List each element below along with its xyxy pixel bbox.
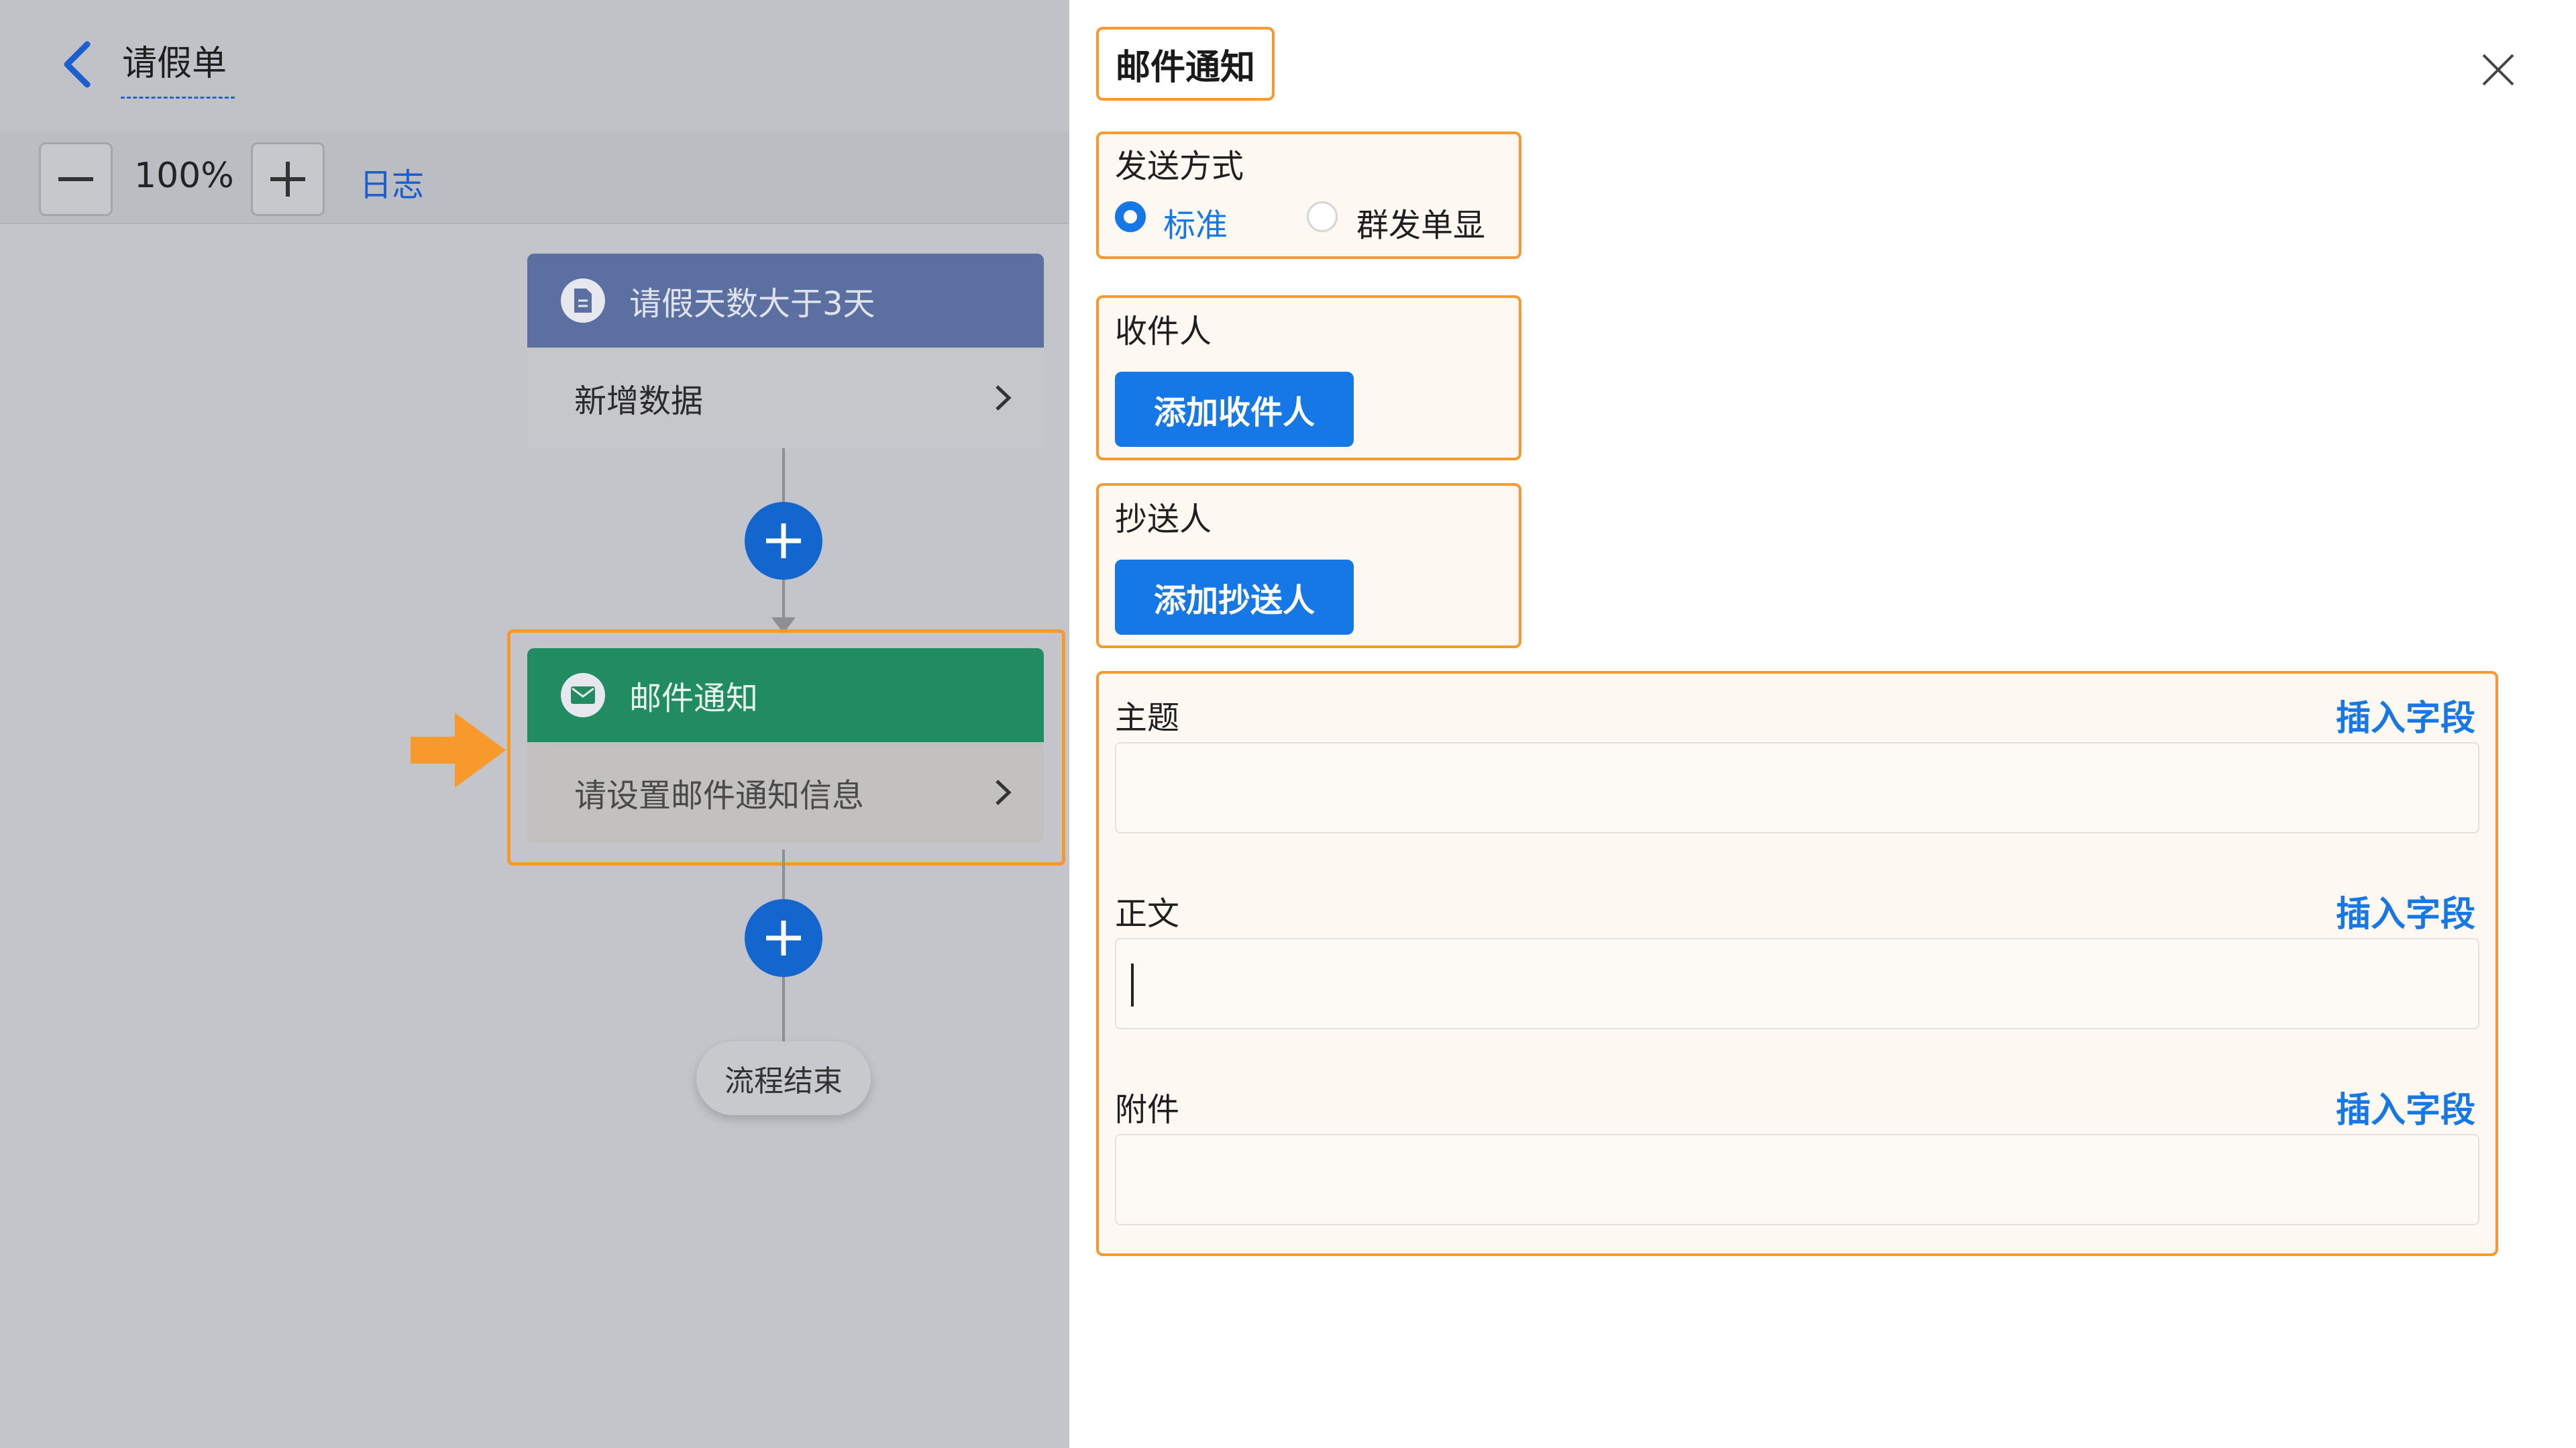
- attachment-label: 附件: [1115, 1091, 1180, 1129]
- flow-node-condition[interactable]: 请假天数大于3天 新增数据: [527, 254, 1044, 448]
- minus-icon: [58, 177, 93, 181]
- add-recipient-button[interactable]: 添加收件人: [1115, 372, 1354, 447]
- text-caret: [1131, 964, 1134, 1006]
- radio-bulk-single[interactable]: [1307, 201, 1338, 232]
- body-label: 正文: [1115, 895, 1180, 933]
- zoom-out-button[interactable]: [39, 142, 113, 216]
- mail-settings-panel: 邮件通知 发送方式 标准 群发单显 收件人 添加收件人 抄送人 添加抄送人 主题…: [1069, 0, 2576, 1448]
- subject-insert-field-link[interactable]: 插入字段: [2336, 690, 2475, 740]
- node-title: 邮件通知: [629, 680, 759, 717]
- radio-standard-label[interactable]: 标准: [1163, 199, 1228, 246]
- recipients-section: 收件人 添加收件人: [1096, 295, 1521, 460]
- flow-end: 流程结束: [696, 1041, 871, 1115]
- connector-line: [782, 977, 785, 1043]
- subject-label: 主题: [1115, 699, 1180, 737]
- node-subtitle: 新增数据: [574, 382, 704, 420]
- radio-standard[interactable]: [1115, 201, 1146, 232]
- cc-label: 抄送人: [1115, 501, 1212, 538]
- panel-title-box: 邮件通知: [1096, 27, 1275, 101]
- connector-line: [782, 448, 785, 503]
- document-icon: [561, 278, 605, 323]
- add-step-button[interactable]: [745, 502, 822, 580]
- connector-line: [782, 580, 785, 620]
- node-body[interactable]: 新增数据: [527, 348, 1044, 448]
- cc-section: 抄送人 添加抄送人: [1096, 483, 1521, 648]
- zoom-level: 100%: [134, 156, 234, 196]
- panel-title: 邮件通知: [1115, 47, 1255, 88]
- chevron-left-icon[interactable]: [58, 38, 98, 91]
- close-icon[interactable]: [2478, 50, 2518, 90]
- chevron-right-icon: [996, 780, 1012, 805]
- body-input[interactable]: [1115, 938, 2479, 1029]
- mail-icon: [561, 673, 605, 717]
- attachment-insert-field-link[interactable]: 插入字段: [2336, 1082, 2475, 1132]
- send-method-section: 发送方式 标准 群发单显: [1096, 132, 1521, 259]
- send-method-label: 发送方式: [1115, 148, 1244, 185]
- node-title: 请假天数大于3天: [629, 285, 875, 323]
- zoom-in-button[interactable]: [251, 142, 325, 216]
- radio-bulk-single-label[interactable]: 群发单显: [1356, 199, 1485, 246]
- node-header: 请假天数大于3天: [527, 254, 1044, 348]
- node-subtitle: 请设置邮件通知信息: [574, 777, 865, 815]
- connector-line: [782, 849, 785, 906]
- subject-input[interactable]: [1115, 742, 2479, 833]
- node-header: 邮件通知: [527, 648, 1044, 742]
- log-link[interactable]: 日志: [360, 158, 424, 205]
- chevron-right-icon: [996, 385, 1012, 411]
- attachment-input[interactable]: [1115, 1134, 2479, 1225]
- add-step-button[interactable]: [745, 899, 822, 977]
- mail-content-section: 主题 插入字段 正文 插入字段 附件 插入字段: [1096, 671, 2498, 1256]
- plus-icon: [766, 523, 801, 558]
- flow-node-mail[interactable]: 邮件通知 请设置邮件通知信息: [527, 648, 1044, 843]
- plus-icon: [270, 162, 305, 197]
- recipients-label: 收件人: [1115, 313, 1212, 350]
- pointer-arrow-icon: [411, 713, 506, 788]
- body-insert-field-link[interactable]: 插入字段: [2336, 886, 2475, 936]
- node-body[interactable]: 请设置邮件通知信息: [527, 742, 1044, 843]
- title-underline: [121, 97, 235, 99]
- plus-icon: [766, 921, 801, 955]
- add-cc-button[interactable]: 添加抄送人: [1115, 560, 1354, 635]
- page-title: 请假单: [122, 44, 227, 84]
- flow-canvas: 请假单 100% 日志 请假天数大于3天 新增数据 邮件通知 请设置邮件通知信息…: [0, 0, 1069, 1448]
